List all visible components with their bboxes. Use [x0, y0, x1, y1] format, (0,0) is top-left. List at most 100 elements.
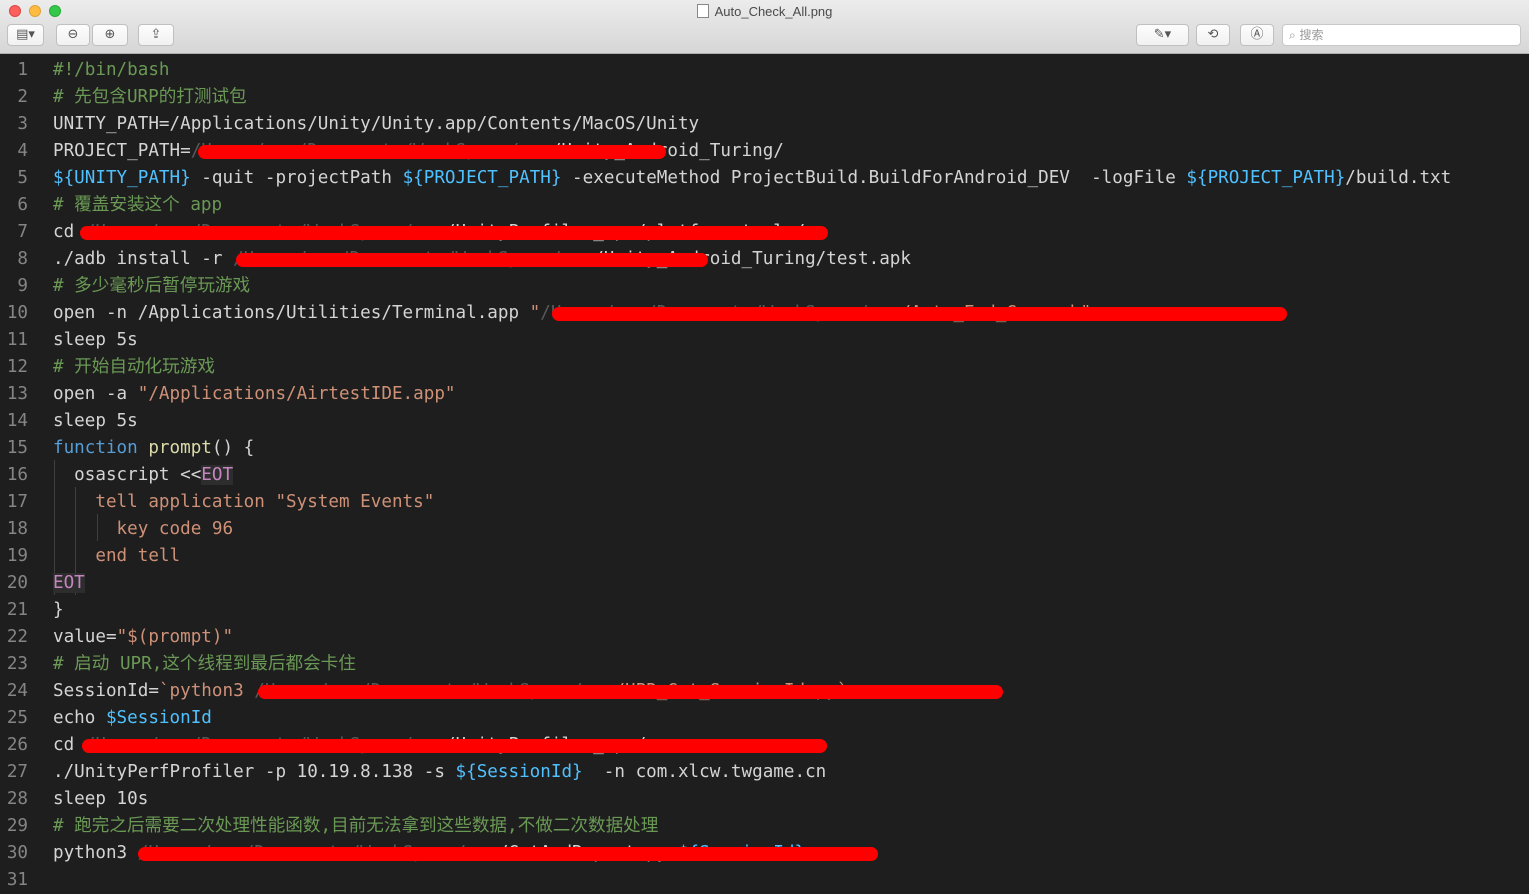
- code-token: ${SessionId}: [455, 762, 583, 782]
- code-text: ${UNITY_PATH} -quit -projectPath ${PROJE…: [53, 165, 1451, 192]
- code-token: SessionId=: [53, 681, 159, 701]
- code-text: sleep 10s: [53, 786, 148, 813]
- code-token: /build.txt: [1345, 168, 1452, 188]
- rotate-button[interactable]: ⟲: [1196, 24, 1230, 46]
- line-number: 6: [17, 195, 28, 215]
- code-line: 26cd /Users/.../Documents/WorkSpace/.../…: [0, 732, 1529, 759]
- search-placeholder: 搜索: [1299, 28, 1324, 42]
- code-text: # 跑完之后需要二次处理性能函数,目前无法拿到这些数据,不做二次数据处理: [53, 813, 658, 840]
- annotate-button[interactable]: Ⓐ: [1240, 24, 1274, 46]
- code-text: EOT: [53, 570, 85, 597]
- code-line: 23 # 启动 UPR,这个线程到最后都会卡住: [0, 651, 1529, 678]
- code-token: # 先包含URP的打测试包: [53, 87, 247, 107]
- code-line: 11 sleep 5s: [0, 327, 1529, 354]
- code-line: 9 # 多少毫秒后暂停玩游戏: [0, 273, 1529, 300]
- line-number: 28: [6, 789, 28, 809]
- code-text: sleep 5s: [53, 408, 138, 435]
- code-token: python3: [53, 843, 138, 863]
- share-button[interactable]: ⇪: [138, 24, 174, 46]
- code-text: #!/bin/bash: [53, 57, 170, 84]
- line-number: 10: [6, 303, 28, 323]
- code-line: 18 key code 96: [0, 516, 1529, 543]
- code-line: 16 osascript <<EOT: [0, 462, 1529, 489]
- redaction-mark: [138, 847, 878, 861]
- code-token: function: [53, 438, 138, 458]
- line-number: 29: [6, 816, 28, 836]
- redaction-mark: [198, 145, 666, 159]
- code-token: end tell: [53, 546, 181, 566]
- zoom-in-button[interactable]: ⊕: [92, 24, 128, 46]
- code-token: key code 96: [53, 519, 234, 539]
- code-token: ": [529, 303, 541, 323]
- redaction-mark: [258, 685, 1003, 699]
- code-token: () {: [211, 438, 255, 458]
- line-number: 18: [6, 519, 28, 539]
- code-line: 14 sleep 5s: [0, 408, 1529, 435]
- code-token: ./UnityPerfProfiler -p 10.19.8.138 -s: [53, 762, 456, 782]
- zoom-out-button[interactable]: ⊖: [56, 24, 90, 46]
- code-text: # 开始自动化玩游戏: [53, 354, 215, 381]
- line-number: 30: [6, 843, 28, 863]
- code-token: "/Applications/AirtestIDE.app": [137, 384, 456, 404]
- code-line: 19 end tell: [0, 543, 1529, 570]
- line-number: 26: [6, 735, 28, 755]
- line-number: 16: [6, 465, 28, 485]
- code-token: -quit -projectPath: [190, 168, 403, 188]
- redaction-mark: [80, 226, 828, 240]
- line-number: 22: [6, 627, 28, 647]
- code-text: # 多少毫秒后暂停玩游戏: [53, 273, 250, 300]
- code-text: key code 96: [53, 516, 234, 543]
- code-line: 24SessionId=`python3 /Users/.../Document…: [0, 678, 1529, 705]
- code-token: -executeMethod ProjectBuild.BuildForAndr…: [561, 168, 1187, 188]
- markup-button[interactable]: ✎▾: [1136, 24, 1189, 46]
- line-number: 20: [6, 573, 28, 593]
- line-number: 13: [6, 384, 28, 404]
- code-line: 27 ./UnityPerfProfiler -p 10.19.8.138 -s …: [0, 759, 1529, 786]
- line-number: 31: [6, 870, 28, 890]
- redaction-mark: [552, 307, 1287, 321]
- line-number: 5: [17, 168, 28, 188]
- search-icon: ⌕: [1289, 28, 1300, 42]
- code-text: # 先包含URP的打测试包: [53, 84, 247, 111]
- code-token: cd: [53, 735, 85, 755]
- code-token: osascript <<: [53, 465, 202, 485]
- code-token: tell application "System Events": [53, 492, 435, 512]
- code-line: 31: [0, 867, 1529, 894]
- code-token: ${PROJECT_PATH}: [1186, 168, 1346, 188]
- code-token: # 开始自动化玩游戏: [53, 357, 215, 377]
- code-token: ${PROJECT_PATH}: [402, 168, 562, 188]
- code-line: 12 # 开始自动化玩游戏: [0, 354, 1529, 381]
- code-text: # 启动 UPR,这个线程到最后都会卡住: [53, 651, 356, 678]
- line-number: 27: [6, 762, 28, 782]
- code-token: prompt: [148, 438, 212, 458]
- code-line: 8./adb install -r /Users/.../Documents/W…: [0, 246, 1529, 273]
- line-number: 3: [17, 114, 28, 134]
- code-text: open -a "/Applications/AirtestIDE.app": [53, 381, 456, 408]
- window-titlebar: Auto_Check_All.png ▤▾ ⊖ ⊕ ⇪ ✎▾ ⟲ Ⓐ ⌕ 搜索: [0, 0, 1529, 54]
- code-line: 5 ${UNITY_PATH} -quit -projectPath ${PROJ…: [0, 165, 1529, 192]
- code-text: sleep 5s: [53, 327, 138, 354]
- code-token: UNITY_PATH=/Applications/Unity/Unity.app…: [53, 114, 700, 134]
- line-number: 25: [6, 708, 28, 728]
- line-number: 8: [17, 249, 28, 269]
- window-title: Auto_Check_All.png: [714, 4, 833, 19]
- code-text: ./UnityPerfProfiler -p 10.19.8.138 -s ${…: [53, 759, 826, 786]
- code-line: 7cd /Users/.../Documents/WorkSpace/.../U…: [0, 219, 1529, 246]
- code-text: end tell: [53, 543, 180, 570]
- code-line: 25 echo $SessionId: [0, 705, 1529, 732]
- sidebar-toggle-button[interactable]: ▤▾: [7, 24, 44, 46]
- code-line: 2 # 先包含URP的打测试包: [0, 84, 1529, 111]
- search-input[interactable]: ⌕ 搜索: [1282, 24, 1521, 46]
- line-number: 24: [6, 681, 28, 701]
- code-text: tell application "System Events": [53, 489, 434, 516]
- line-number: 23: [6, 654, 28, 674]
- code-image-view: 1 #!/bin/bash 2 # 先包含URP的打测试包 3 UNITY_PATH=/A…: [0, 55, 1529, 890]
- code-line: 29 # 跑完之后需要二次处理性能函数,目前无法拿到这些数据,不做二次数据处理: [0, 813, 1529, 840]
- code-line: 22 value="$(prompt)": [0, 624, 1529, 651]
- line-number: 14: [6, 411, 28, 431]
- code-token: # 多少毫秒后暂停玩游戏: [53, 276, 251, 296]
- line-number: 17: [6, 492, 28, 512]
- code-token: ${UNITY_PATH}: [53, 168, 191, 188]
- document-icon: [696, 4, 709, 18]
- line-number: 4: [17, 141, 28, 161]
